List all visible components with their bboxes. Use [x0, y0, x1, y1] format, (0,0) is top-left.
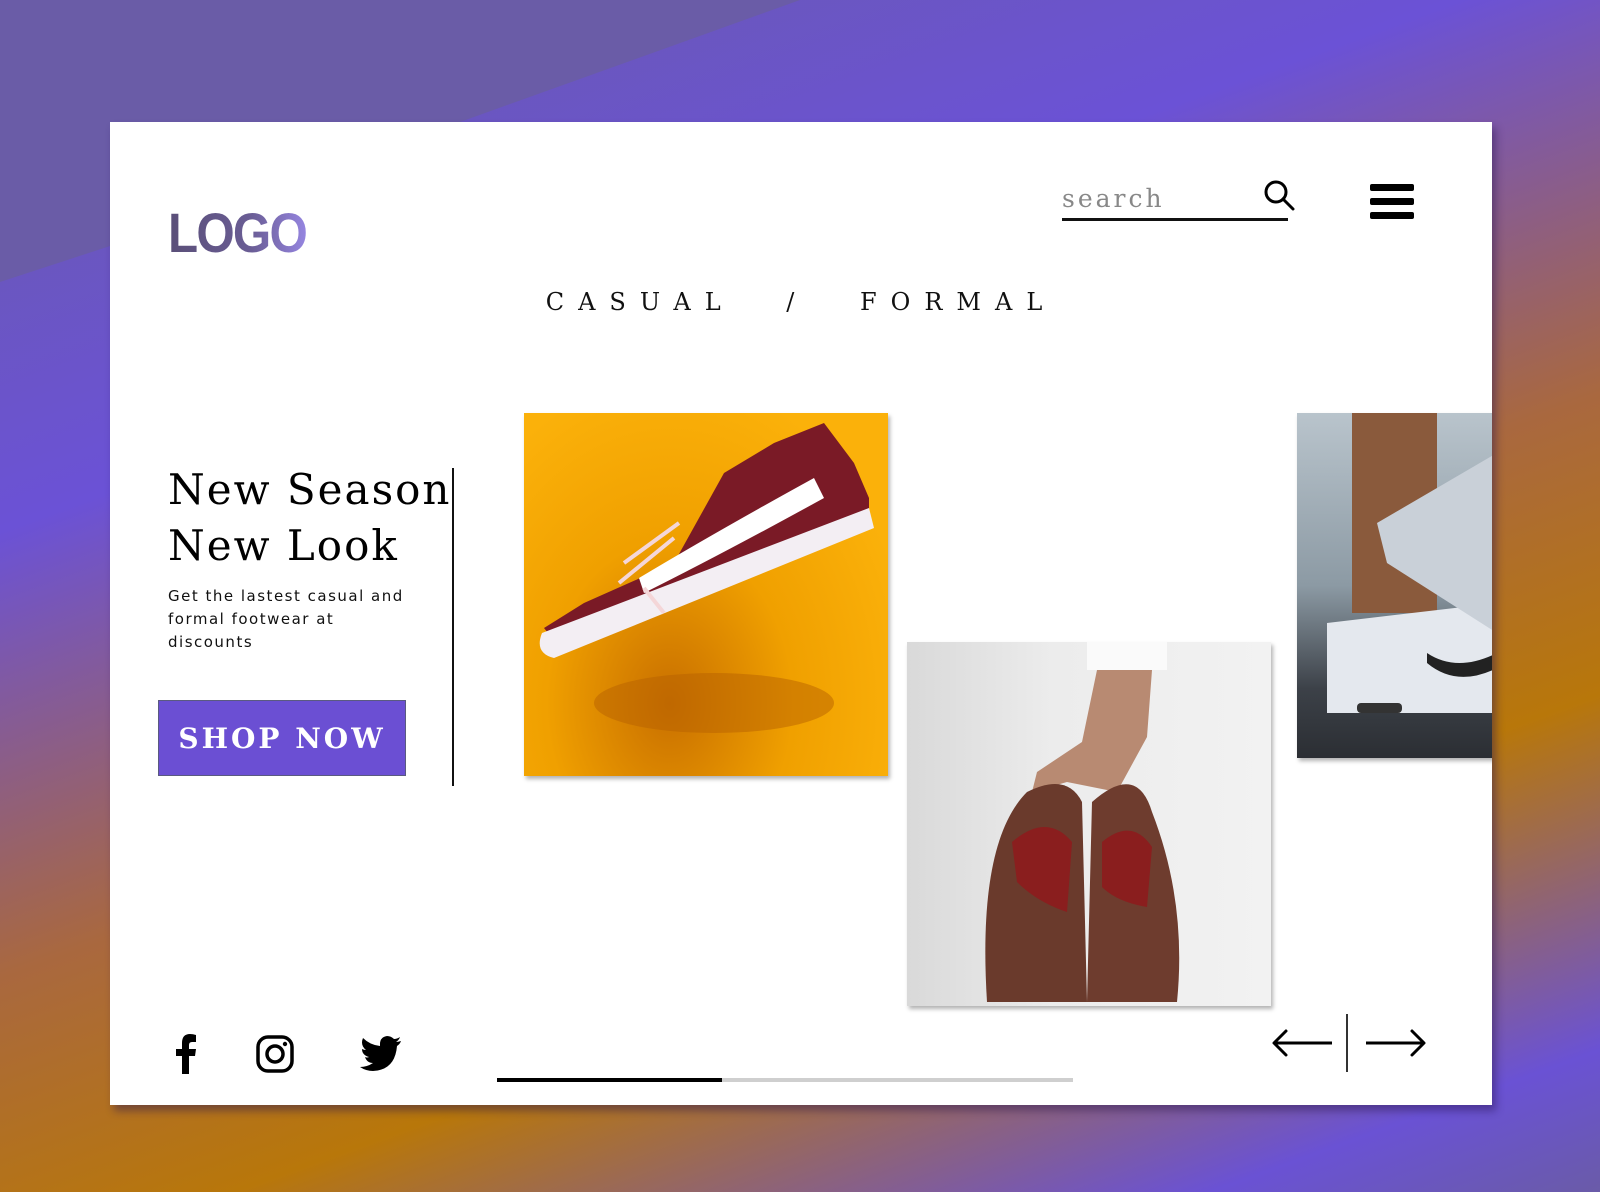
hamburger-menu-icon[interactable] [1370, 184, 1414, 222]
carousel-progress-fill [497, 1078, 722, 1082]
arrow-right-icon[interactable] [1364, 1027, 1428, 1059]
search-input[interactable] [1062, 184, 1252, 213]
product-image-white-sneaker[interactable] [1297, 413, 1492, 758]
menu-bar [1370, 212, 1414, 219]
carousel-progress-bar[interactable] [497, 1078, 1073, 1082]
product-image-sneaker[interactable] [524, 413, 888, 776]
category-nav: CASUAL / FORMAL [110, 288, 1492, 316]
landing-page-card: LOGO CASUAL / FORMAL New Season New Look… [110, 122, 1492, 1105]
category-separator: / [786, 288, 809, 316]
category-formal[interactable]: FORMAL [860, 288, 1056, 316]
search-icon[interactable] [1262, 178, 1296, 212]
hero-title-line2: New Look [168, 521, 399, 570]
category-casual[interactable]: CASUAL [546, 288, 735, 316]
menu-bar [1370, 184, 1414, 191]
hero-subtitle: Get the lastest casual and formal footwe… [168, 587, 404, 651]
menu-bar [1370, 198, 1414, 205]
product-image-formal-shoes[interactable] [907, 642, 1271, 1006]
shop-now-button[interactable]: SHOP NOW [158, 700, 406, 776]
hero-title-line1: New Season [168, 465, 452, 514]
search-bar [1062, 178, 1295, 221]
logo[interactable]: LOGO [168, 200, 308, 265]
instagram-icon[interactable] [256, 1034, 294, 1074]
sneaker-illustration [539, 423, 874, 733]
arrow-left-icon[interactable] [1270, 1027, 1334, 1059]
facebook-icon[interactable] [174, 1034, 198, 1074]
formal-shoes-illustration [985, 642, 1180, 1002]
arrow-divider [1346, 1014, 1348, 1072]
white-sneaker-illustration [1327, 413, 1492, 713]
vertical-divider [452, 468, 454, 786]
hero-title: New Season New Look [168, 462, 451, 574]
twitter-icon[interactable] [360, 1034, 402, 1074]
